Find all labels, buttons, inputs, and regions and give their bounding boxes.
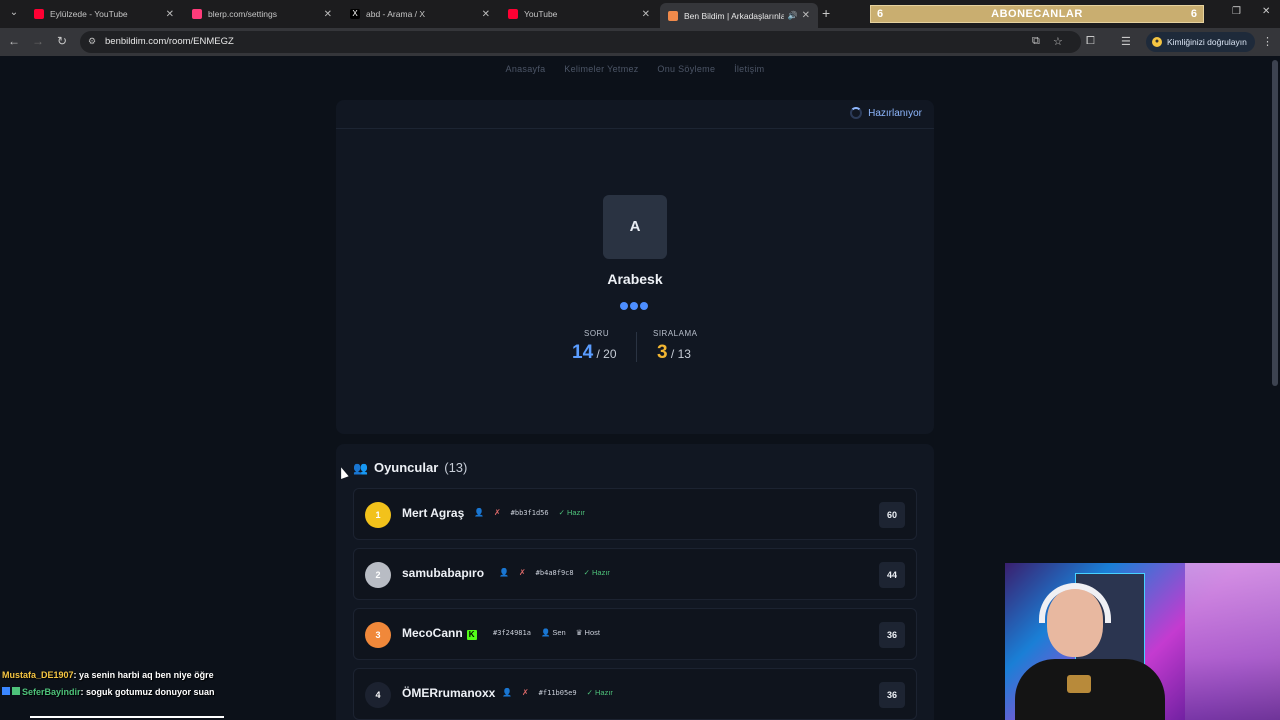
- player-name: samubabapıro: [402, 566, 485, 580]
- browser-toolbar: ← → ↻ ⚙ benbildim.com/room/ENMEGZ ⧉ ☆ ⧠ …: [0, 28, 1280, 56]
- ready-status: ✓ Hazır: [583, 568, 610, 577]
- youtube-icon: [34, 9, 44, 19]
- player-name: MecoCann K: [402, 626, 477, 640]
- verify-identity-button[interactable]: ● Kimliğinizi doğrulayın: [1146, 32, 1255, 52]
- media-controls-icon[interactable]: ☰: [1121, 35, 1131, 48]
- chat-message: SeferBayindir: soguk gotumuz donuyor sua…: [2, 684, 242, 701]
- install-app-icon[interactable]: ⧉: [1032, 35, 1040, 48]
- reload-icon[interactable]: ↻: [54, 34, 70, 48]
- back-arrow-icon[interactable]: ←: [6, 34, 22, 48]
- kick-logo-icon: K: [466, 630, 477, 640]
- question-label: SORU: [584, 329, 610, 338]
- kick-user-icon[interactable]: ✗: [519, 568, 526, 577]
- close-tab-icon[interactable]: ✕: [166, 9, 174, 20]
- rank-counter: 3 / 13: [657, 342, 691, 363]
- players-heading: 👥 Oyuncular (13): [353, 460, 468, 475]
- rank-badge: 2: [365, 562, 391, 588]
- nav-link-kelimeler-yetmez[interactable]: Kelimeler Yetmez: [564, 64, 638, 74]
- chat-message: Mustafa_DE1907: ya senin harbi aq ben ni…: [2, 670, 214, 680]
- question-counter: 14 / 20: [572, 342, 617, 363]
- subscriber-goal-banner: 6 ABONECANLAR 6: [870, 5, 1204, 23]
- close-window-icon[interactable]: ✕: [1262, 6, 1270, 17]
- stream-chat-overlay: Mustafa_DE1907: ya senin harbi aq ben ni…: [2, 667, 242, 701]
- players-card: 👥 Oyuncular (13) 1 Mert Agraş 👤 ✗ #bb3f1…: [336, 444, 934, 720]
- player-meta: 👤 ✗ #b4a8f9c8 ✓ Hazır: [499, 568, 610, 577]
- bookmark-star-icon[interactable]: ☆: [1053, 35, 1063, 48]
- webcam-light: [1185, 563, 1280, 720]
- tab-benbildim[interactable]: Ben Bildim | Arkadaşlarınla 🔊 ✕: [660, 3, 818, 28]
- profile-icon: ●: [1152, 37, 1162, 47]
- extensions-icon[interactable]: ⧠: [1086, 35, 1095, 48]
- rank-label: SIRALAMA: [653, 329, 698, 338]
- close-tab-icon[interactable]: ✕: [482, 9, 490, 20]
- player-score: 60: [879, 502, 905, 528]
- user-icon: 👤: [502, 688, 512, 697]
- host-tag: ♛ Host: [575, 628, 600, 637]
- tab-youtube[interactable]: YouTube ✕: [500, 3, 658, 25]
- game-card-header: Hazırlanıyor: [336, 100, 934, 129]
- browser-menu-icon[interactable]: ⋮: [1262, 35, 1273, 48]
- player-score: 44: [879, 562, 905, 588]
- site-info-icon[interactable]: ⚙: [88, 36, 96, 47]
- users-icon: 👥: [353, 460, 368, 475]
- player-name: ÖMERrumanoxx: [402, 686, 496, 700]
- status-indicator: Hazırlanıyor: [850, 107, 922, 119]
- forward-arrow-icon[interactable]: →: [30, 34, 46, 48]
- chat-badge-icon: [12, 687, 20, 695]
- nav-link-home[interactable]: Anasayfa: [506, 64, 546, 74]
- tab-blerp[interactable]: blerp.com/settings ✕: [184, 3, 340, 25]
- user-icon: 👤: [474, 508, 484, 517]
- x-logo-icon: X: [350, 9, 360, 19]
- blerp-icon: [192, 9, 202, 19]
- ready-status: ✓ Hazır: [558, 508, 585, 517]
- new-tab-plus-icon[interactable]: +: [822, 5, 830, 21]
- player-score: 36: [879, 622, 905, 648]
- player-name: Mert Agraş: [402, 506, 465, 520]
- player-meta: 👤 ✗ #f11b05e9 ✓ Hazır: [502, 688, 613, 697]
- rank-badge: 1: [365, 502, 391, 528]
- player-score: 36: [879, 682, 905, 708]
- nav-link-onu-soyleme[interactable]: Onu Söyleme: [657, 64, 715, 74]
- page-scrollbar[interactable]: [1272, 60, 1278, 386]
- player-meta: #3f24981a 👤 Sen ♛ Host: [493, 628, 600, 637]
- rank-badge: 3: [365, 622, 391, 648]
- youtube-icon: [508, 9, 518, 19]
- nav-link-contact[interactable]: İletişim: [734, 64, 764, 74]
- player-row[interactable]: 4 ÖMERrumanoxx 👤 ✗ #f11b05e9 ✓ Hazır 36: [353, 668, 917, 720]
- site-navigation: Anasayfa Kelimeler Yetmez Onu Söyleme İl…: [0, 64, 1270, 74]
- user-icon: 👤: [499, 568, 509, 577]
- ready-status: ✓ Hazır: [586, 688, 613, 697]
- tab-eylulzede[interactable]: Eylülzede - YouTube ✕: [26, 3, 182, 25]
- typing-dots-icon: [620, 302, 650, 310]
- benbildim-icon: [668, 10, 678, 21]
- chat-divider: [30, 716, 224, 718]
- kick-user-icon[interactable]: ✗: [494, 508, 501, 517]
- player-meta: 👤 ✗ #bb3f1d56 ✓ Hazır: [474, 508, 585, 517]
- browser-tab-strip: ⌄ Eylülzede - YouTube ✕ blerp.com/settin…: [0, 0, 1280, 28]
- player-row[interactable]: 1 Mert Agraş 👤 ✗ #bb3f1d56 ✓ Hazır 60: [353, 488, 917, 540]
- close-tab-icon[interactable]: ✕: [642, 9, 650, 20]
- address-bar[interactable]: ⚙ benbildim.com/room/ENMEGZ ⧉ ☆: [80, 31, 1081, 53]
- you-tag: 👤 Sen: [540, 628, 566, 637]
- tab-x-search[interactable]: X abd - Arama / X ✕: [342, 3, 498, 25]
- category-title: Arabesk: [607, 271, 663, 287]
- restore-window-icon[interactable]: ❐: [1232, 6, 1241, 17]
- stat-divider: [636, 332, 637, 362]
- speaker-icon[interactable]: 🔊: [788, 11, 798, 20]
- tab-search-icon[interactable]: ⌄: [6, 5, 22, 21]
- chat-badge-icon: [2, 687, 10, 695]
- player-row[interactable]: 3 MecoCann K #3f24981a 👤 Sen ♛ Host 36: [353, 608, 917, 660]
- letter-tile: A: [603, 195, 667, 259]
- kick-user-icon[interactable]: ✗: [522, 688, 529, 697]
- loading-spinner-icon: [850, 107, 863, 119]
- player-row[interactable]: 2 samubabapıro 👤 ✗ #b4a8f9c8 ✓ Hazır 44: [353, 548, 917, 600]
- close-tab-icon[interactable]: ✕: [802, 10, 810, 21]
- rank-badge: 4: [365, 682, 391, 708]
- webcam-overlay: [1005, 563, 1280, 720]
- close-tab-icon[interactable]: ✕: [324, 9, 332, 20]
- game-card: Hazırlanıyor A Arabesk SORU 14 / 20 SIRA…: [336, 100, 934, 434]
- shirt-logo: [1067, 675, 1091, 693]
